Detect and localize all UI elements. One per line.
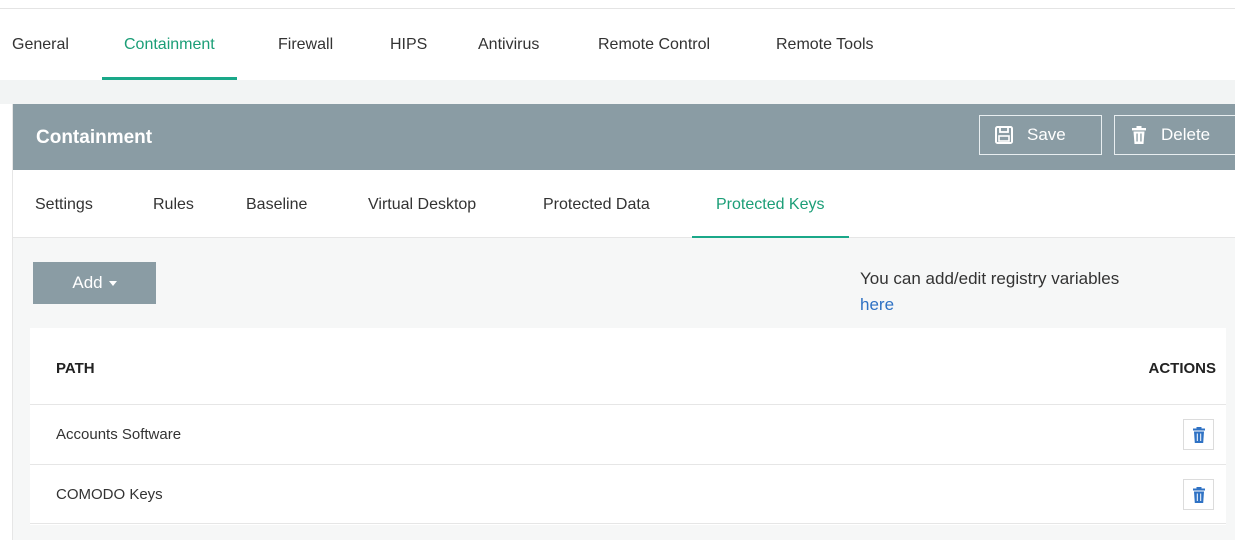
tab-antivirus[interactable]: Antivirus: [478, 9, 539, 80]
add-button[interactable]: Add: [33, 262, 156, 304]
delete-label: Delete: [1161, 125, 1211, 144]
subtab-protected-data[interactable]: Protected Data: [543, 170, 650, 238]
table-row: COMODO Keys: [30, 464, 1226, 523]
panel-left-border: [12, 104, 13, 540]
subtab-settings[interactable]: Settings: [35, 170, 93, 238]
protected-keys-content: Add You can add/edit registry variables …: [12, 238, 1235, 540]
path-cell: COMODO Keys: [56, 486, 163, 503]
add-label: Add: [72, 273, 103, 292]
trash-icon: [1132, 126, 1146, 144]
panel-header: Containment Save Delete: [12, 104, 1235, 170]
subtab-rules[interactable]: Rules: [153, 170, 194, 238]
tab-remote-tools[interactable]: Remote Tools: [776, 9, 874, 80]
save-label: Save: [1027, 125, 1066, 144]
section-spacer: [0, 80, 1235, 104]
tab-hips[interactable]: HIPS: [390, 9, 427, 80]
subtab-virtual-desktop[interactable]: Virtual Desktop: [368, 170, 476, 238]
save-button[interactable]: Save: [979, 115, 1102, 155]
sub-tab-bar: Settings Rules Baseline Virtual Desktop …: [12, 170, 1235, 239]
subtab-baseline[interactable]: Baseline: [246, 170, 307, 238]
floppy-disk-icon: [995, 126, 1013, 144]
caret-down-icon: [108, 281, 117, 287]
trash-icon: [1193, 487, 1205, 503]
registry-info-text: You can add/edit registry variables: [860, 269, 1120, 288]
table-bottom-border: [30, 523, 1226, 524]
tab-general[interactable]: General: [12, 9, 69, 80]
tab-containment[interactable]: Containment: [102, 9, 237, 80]
delete-button[interactable]: Delete: [1114, 115, 1235, 155]
path-cell: Accounts Software: [56, 426, 182, 443]
registry-variables-link[interactable]: here: [860, 295, 894, 315]
trash-icon: [1193, 427, 1205, 443]
panel-title: Containment: [36, 127, 153, 148]
subtab-protected-keys[interactable]: Protected Keys: [692, 170, 848, 239]
top-tab-bar: General Containment Firewall HIPS Antivi…: [0, 9, 1235, 80]
protected-keys-table: PATH ACTIONS Accounts Software COMODO Ke…: [30, 328, 1226, 525]
table-row: Accounts Software: [30, 404, 1226, 463]
row-delete-button[interactable]: [1183, 479, 1214, 510]
row-delete-button[interactable]: [1183, 419, 1214, 450]
containment-panel: Containment Save Delete Settings Rules B…: [12, 104, 1235, 540]
column-header-path: PATH: [56, 360, 95, 377]
tab-firewall[interactable]: Firewall: [278, 9, 333, 80]
tab-remote-control[interactable]: Remote Control: [598, 9, 710, 80]
column-header-actions: ACTIONS: [1148, 360, 1217, 377]
